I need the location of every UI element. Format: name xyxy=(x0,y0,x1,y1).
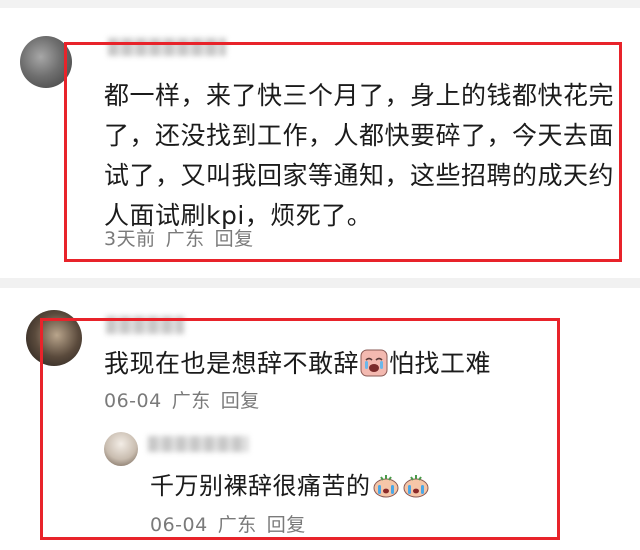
avatar[interactable] xyxy=(104,432,138,466)
top-separator xyxy=(0,0,640,8)
reply-button[interactable]: 回复 xyxy=(221,386,260,413)
comment-time: 06-04 xyxy=(104,390,162,412)
crying-face-icon xyxy=(403,475,428,498)
reply-location: 广东 xyxy=(217,514,257,536)
comment-location: 广东 xyxy=(171,390,211,412)
reply-time: 06-04 xyxy=(150,514,208,536)
comment-meta: 3天前 广东 回复 xyxy=(104,224,264,251)
comment-text-part: 我现在也是想辞不敢辞 xyxy=(104,349,360,378)
reply-button[interactable]: 回复 xyxy=(267,510,306,537)
comment-time: 3天前 xyxy=(104,228,156,250)
comment-text-part: 怕找工难 xyxy=(389,349,492,378)
comment-location: 广东 xyxy=(165,228,205,250)
comment-text: 我现在也是想辞不敢辞 怕找工难 xyxy=(104,344,491,384)
reply-text-part: 千万别裸辞很痛苦的 xyxy=(150,472,371,500)
crying-face-icon xyxy=(373,475,398,498)
comment-text: 都一样，来了快三个月了，身上的钱都快花完了，还没找到工作，人都快要碎了，今天去面… xyxy=(104,81,615,230)
reply-meta: 06-04 广东 回复 xyxy=(150,510,316,537)
reply-text: 千万别裸辞很痛苦的 xyxy=(150,466,431,506)
crying-face-icon xyxy=(360,349,388,377)
comment-divider xyxy=(0,278,640,288)
reply-button[interactable]: 回复 xyxy=(215,224,254,251)
username-redacted[interactable] xyxy=(148,436,248,452)
comment-meta: 06-04 广东 回复 xyxy=(104,386,270,413)
